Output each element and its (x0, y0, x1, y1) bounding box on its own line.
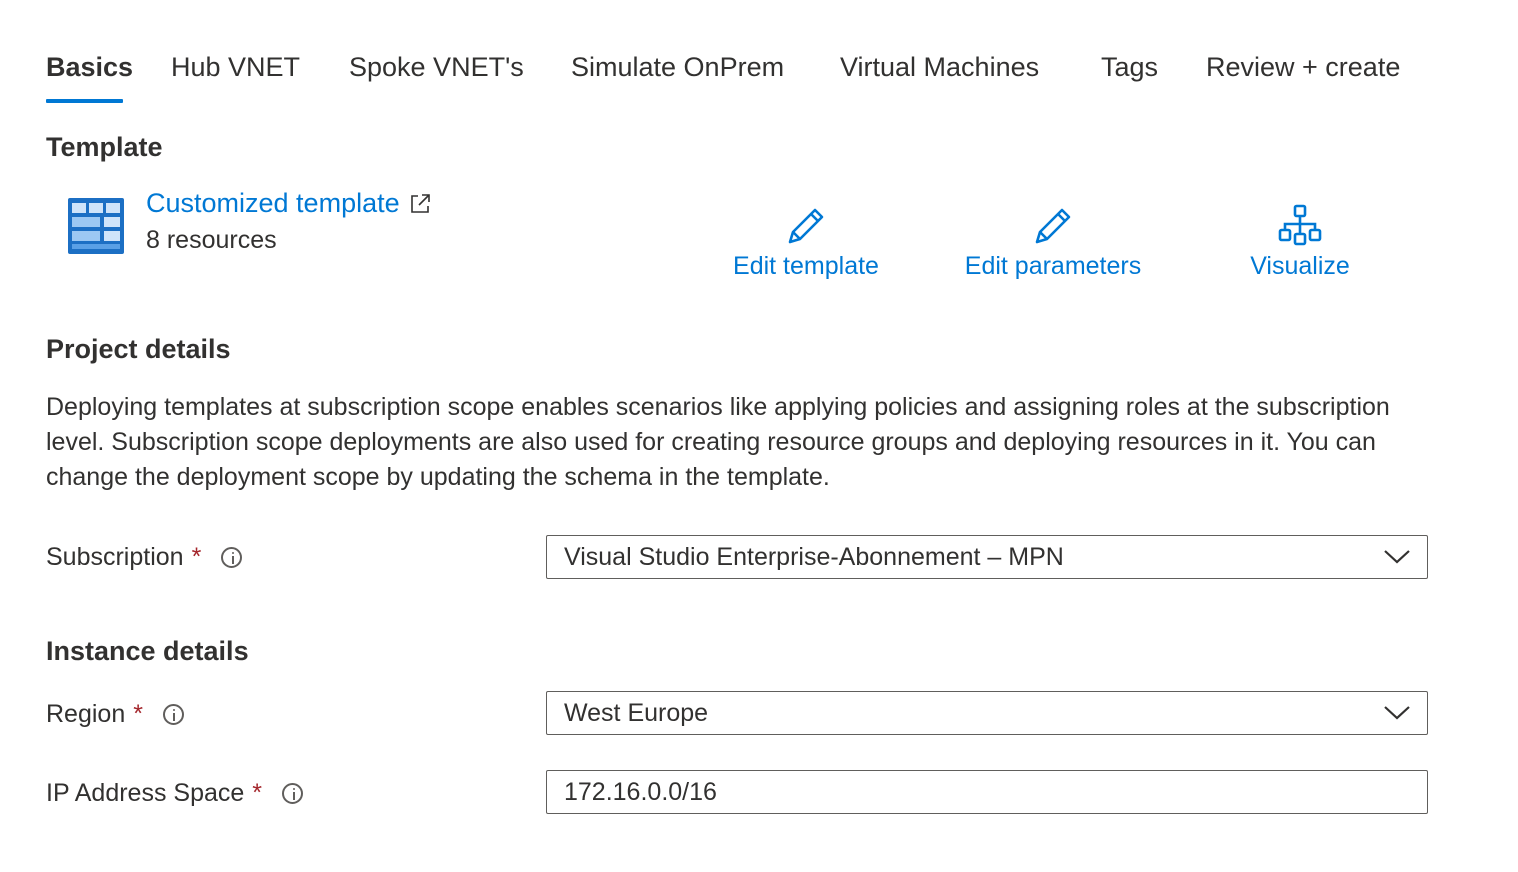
tab-basics[interactable]: Basics (46, 52, 133, 83)
edit-parameters-label: Edit parameters (964, 252, 1142, 280)
chevron-down-icon (1384, 706, 1410, 720)
subscription-label-group: Subscription * (46, 543, 243, 572)
active-tab-indicator (46, 99, 123, 103)
region-label: Region (46, 700, 126, 728)
visualize-button[interactable]: Visualize (1240, 204, 1360, 281)
tab-spoke-vnets[interactable]: Spoke VNET's (349, 52, 524, 83)
template-name: Customized template (146, 188, 400, 218)
ip-address-space-label: IP Address Space (46, 779, 245, 807)
subscription-label: Subscription (46, 543, 184, 571)
subscription-dropdown[interactable]: Visual Studio Enterprise-Abonnement – MP… (546, 535, 1428, 579)
ip-label-group: IP Address Space * (46, 779, 304, 808)
info-icon[interactable] (282, 783, 304, 804)
subscription-value: Visual Studio Enterprise-Abonnement – MP… (564, 542, 1064, 571)
instance-details-title: Instance details (46, 636, 249, 666)
customized-template-link[interactable]: Customized template (146, 188, 432, 219)
pencil-icon (726, 204, 886, 248)
project-details-title: Project details (46, 334, 231, 364)
tab-virtual-machines[interactable]: Virtual Machines (840, 52, 1039, 83)
tab-simulate-onprem[interactable]: Simulate OnPrem (571, 52, 784, 83)
hierarchy-icon (1240, 204, 1360, 248)
region-value: West Europe (564, 698, 709, 727)
chevron-down-icon (1384, 550, 1410, 564)
resource-count: 8 resources (146, 226, 277, 254)
visualize-label: Visualize (1250, 252, 1350, 280)
ip-address-space-value: 172.16.0.0/16 (564, 777, 717, 806)
pencil-icon (958, 204, 1148, 248)
region-dropdown[interactable]: West Europe (546, 691, 1428, 735)
edit-parameters-button[interactable]: Edit parameters (958, 204, 1148, 281)
required-marker: * (252, 779, 263, 807)
tab-tags[interactable]: Tags (1101, 52, 1158, 83)
edit-template-label: Edit template (733, 252, 879, 280)
tab-hub-vnet[interactable]: Hub VNET (171, 52, 300, 83)
required-marker: * (191, 543, 202, 571)
template-grid-icon (68, 198, 124, 259)
info-icon[interactable] (221, 547, 243, 568)
project-description: Deploying templates at subscription scop… (46, 393, 1390, 491)
external-link-icon (408, 192, 432, 216)
required-marker: * (133, 700, 143, 728)
ip-address-space-input[interactable]: 172.16.0.0/16 (546, 770, 1428, 814)
edit-template-button[interactable]: Edit template (726, 204, 886, 281)
tab-review-create[interactable]: Review + create (1206, 52, 1400, 83)
template-section-title: Template (46, 132, 163, 162)
region-label-group: Region * (46, 700, 184, 729)
info-icon[interactable] (162, 704, 184, 725)
